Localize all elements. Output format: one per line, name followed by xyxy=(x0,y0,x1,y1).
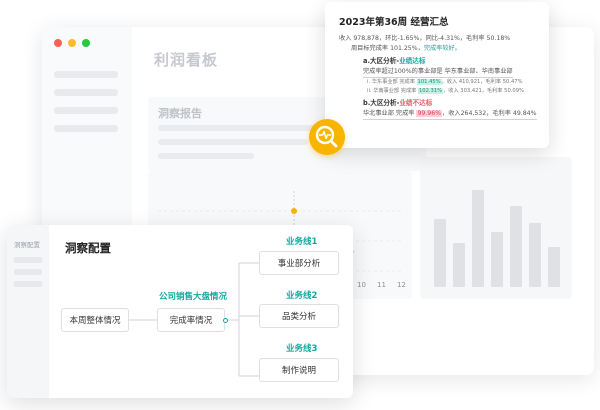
section-b-status: 业绩不达标 xyxy=(399,99,433,107)
sidebar-item[interactable] xyxy=(54,71,118,78)
chart-bar xyxy=(548,247,560,287)
flow-node-label: 公司销售大盘情况 xyxy=(159,292,228,302)
section-a-heading: a.大区分析- xyxy=(363,57,400,65)
minimize-window-button[interactable] xyxy=(68,39,76,47)
report-title: 洞察报告 xyxy=(158,107,202,120)
region-item-text: i. 华东事业部 完成率 xyxy=(367,79,417,85)
completion-rate-text: 周目标完成率 101.25%， xyxy=(351,45,424,52)
flow-node-completion[interactable]: 完成率情况 xyxy=(157,308,225,332)
flow-node-weekly-overview[interactable]: 本周整体情况 xyxy=(61,308,129,332)
axis-tick: 11 xyxy=(377,281,386,289)
insight-search-icon xyxy=(315,125,338,148)
chart-bar xyxy=(472,190,484,287)
chart-bar xyxy=(510,206,522,287)
flow-node-division-analysis[interactable]: 事业部分析 xyxy=(259,251,339,275)
chart-bar xyxy=(491,232,503,287)
flow-node-production-notes[interactable]: 制作说明 xyxy=(259,358,339,382)
insight-badge[interactable] xyxy=(309,119,345,155)
region-item-text: ，收入264,532，毛利率 49.84% xyxy=(442,110,537,117)
node-connector-dot[interactable] xyxy=(223,318,228,323)
chart-bar xyxy=(453,243,465,287)
summary-title: 2023年第36周 经营汇总 xyxy=(339,17,449,28)
sidebar-item[interactable] xyxy=(54,107,118,114)
sidebar-item[interactable] xyxy=(54,89,118,96)
section-a-description: 完成率超过100%的事业部是 华东事业部、华南事业部 xyxy=(363,67,513,78)
completion-status: 完成率较好。 xyxy=(423,45,461,52)
region-item-text: ，收入 410,921，毛利率 50.47% xyxy=(441,79,523,85)
region-rate-highlight: 99.96% xyxy=(416,110,443,117)
placeholder-line xyxy=(158,139,308,145)
section-a-status: 业绩达标 xyxy=(399,57,426,65)
flow-branch-label: 业务线3 xyxy=(286,344,318,354)
weekly-summary-card: 2023年第36周 经营汇总 收入 978,878，环比-1.65%，同比-4.… xyxy=(325,2,549,148)
region-item-text: ii. 华南事业部 完成率 xyxy=(367,88,418,94)
page-title: 利润看板 xyxy=(154,51,219,69)
flow-branch-label: 业务线1 xyxy=(286,237,318,247)
maximize-window-button[interactable] xyxy=(82,39,90,47)
chart-bar xyxy=(434,219,446,287)
flow-branch-label: 业务线2 xyxy=(286,291,318,301)
region-item-text: ，收入 303,421，毛利率 50.09% xyxy=(443,88,524,94)
summary-revenue-line: 收入 978,878，环比-1.65%，同比-4.31%，毛利率 50.18% xyxy=(339,35,511,42)
section-b-heading: b.大区分析- xyxy=(363,99,400,107)
chart-bar xyxy=(529,223,541,287)
bar-chart xyxy=(420,157,572,299)
close-window-button[interactable] xyxy=(54,39,62,47)
sidebar-item[interactable] xyxy=(54,125,118,132)
region-item-text: 华北事业部 完成率 xyxy=(363,110,417,117)
region-rate-highlight: 101.45% xyxy=(416,79,442,85)
insight-config-panel: 洞察配置 洞察配置 本周整体情况 公司销售大盘情况 完成率情况 业务线1 事业部… xyxy=(7,225,353,398)
axis-tick: 12 xyxy=(397,281,406,289)
window-controls xyxy=(54,39,90,47)
placeholder-line xyxy=(158,153,254,159)
region-rate-highlight: 102.31% xyxy=(417,88,444,94)
axis-tick: 10 xyxy=(357,281,366,289)
flow-node-category-analysis[interactable]: 品类分析 xyxy=(259,304,339,328)
